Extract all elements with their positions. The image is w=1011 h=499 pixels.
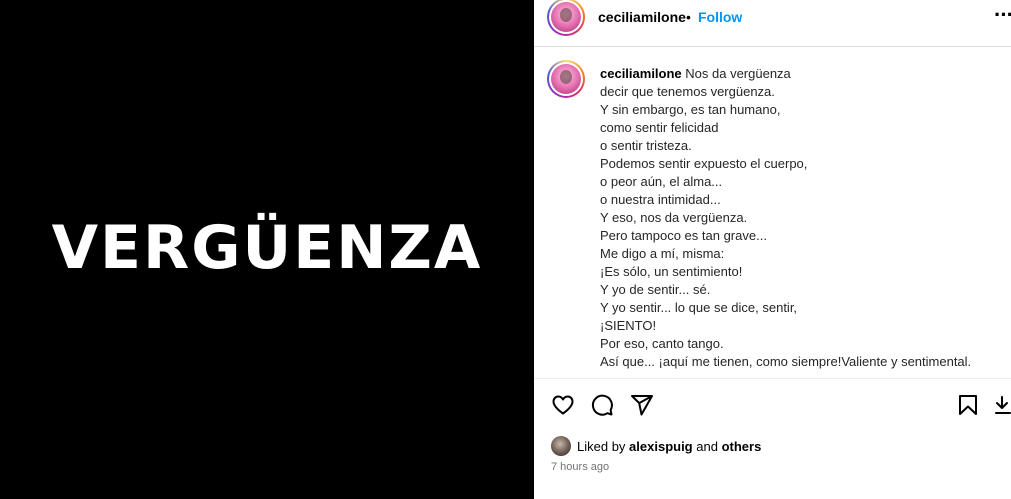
media-text: VERGÜENZA — [51, 212, 483, 283]
post-caption: ceciliamilone Nos da vergüenza decir que… — [600, 65, 1005, 371]
caption-author-avatar[interactable] — [547, 60, 585, 98]
author-avatar[interactable] — [547, 0, 585, 36]
download-icon[interactable] — [994, 393, 1011, 417]
liked-by-joiner: and — [696, 438, 718, 454]
liker-avatar[interactable] — [551, 436, 571, 456]
liked-by-row: Liked by alexispuig and others — [551, 436, 761, 456]
separator-dot: • — [686, 9, 691, 25]
send-icon[interactable] — [630, 393, 654, 417]
caption-username[interactable]: ceciliamilone — [600, 66, 682, 81]
caption-text: Nos da vergüenza decir que tenemos vergü… — [600, 66, 972, 369]
post-media[interactable]: VERGÜENZA — [0, 0, 534, 499]
post-sidebar: ceciliamilone • Follow ··· ceciliamilone… — [534, 0, 1011, 499]
follow-button[interactable]: Follow — [698, 9, 742, 25]
likes-others-link[interactable]: others — [722, 439, 762, 454]
author-username[interactable]: ceciliamilone — [598, 9, 686, 25]
bookmark-icon[interactable] — [956, 393, 980, 417]
actions-divider — [534, 378, 1011, 379]
post-timestamp[interactable]: 7 hours ago — [551, 461, 609, 473]
liked-by-prefix: Liked by — [577, 438, 626, 454]
more-options-icon[interactable]: ··· — [994, 2, 1011, 28]
comment-icon[interactable] — [590, 393, 614, 417]
post-header: ceciliamilone • Follow ··· — [534, 0, 1011, 47]
liker-username[interactable]: alexispuig — [629, 439, 693, 454]
heart-icon[interactable] — [551, 393, 575, 417]
